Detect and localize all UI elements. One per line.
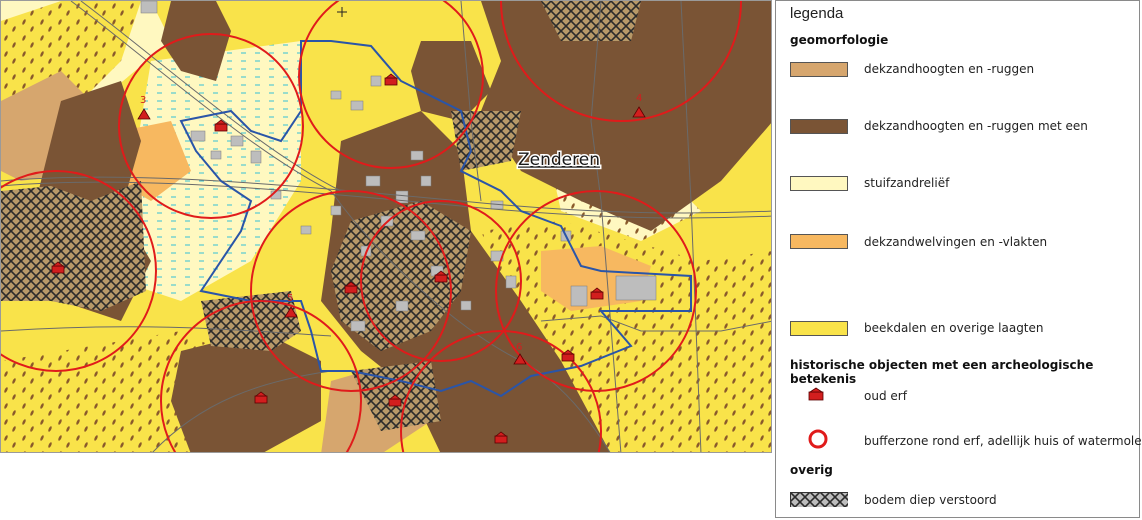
number-label: 3 xyxy=(140,95,146,106)
number-label: 6 xyxy=(516,342,522,353)
legend-label-dekzandhoogten: dekzandhoogten en -ruggen xyxy=(864,62,1035,76)
legend-swatch-dekzandwelvingen xyxy=(790,234,848,249)
legend-section-overig: overig xyxy=(790,463,833,477)
legend-label-stuifzandrelief: stuifzandreliëf xyxy=(864,176,950,190)
oud-erf-icon xyxy=(808,387,824,401)
area-verstoord-west xyxy=(1,181,146,311)
legend-label-bufferzone: bufferzone rond erf, adellijk huis of wa… xyxy=(864,434,1142,448)
legend-label-dekzandwelvingen: dekzandwelvingen en -vlakten xyxy=(864,235,1048,249)
legend-swatch-dekzandhoogten xyxy=(790,62,848,77)
number-label: 5 xyxy=(287,293,293,304)
legend-label-beekdalen: beekdalen en overige laagten xyxy=(864,321,1044,335)
buffer-ring-icon xyxy=(808,429,828,449)
legend-label-verstoord: bodem diep verstoord xyxy=(864,493,997,507)
legend-swatch-dekzandhoogten-met-een xyxy=(790,119,848,134)
legend-label-dekzandhoogten-met-een: dekzandhoogten en -ruggen met een xyxy=(864,119,1088,133)
place-name: Zenderen xyxy=(518,150,600,170)
map-view[interactable]: 3 4 5 6 Zenderen xyxy=(0,0,772,453)
legend-label-oud-erf: oud erf xyxy=(864,389,907,403)
map-canvas[interactable]: 3 4 5 6 Zenderen xyxy=(1,1,772,453)
number-label: 4 xyxy=(636,93,642,104)
legend-section-historisch: historische objecten met een archeologis… xyxy=(790,358,1094,386)
legend-swatch-verstoord xyxy=(790,492,848,507)
legend-title: legenda xyxy=(790,5,844,22)
legend-swatch-beekdalen xyxy=(790,321,848,336)
legend-panel: legenda geomorfologie dekzandhoogten en … xyxy=(775,0,1142,518)
legend-section-geomorfologie: geomorfologie xyxy=(790,33,889,47)
legend-swatch-stuifzandrelief xyxy=(790,176,848,191)
